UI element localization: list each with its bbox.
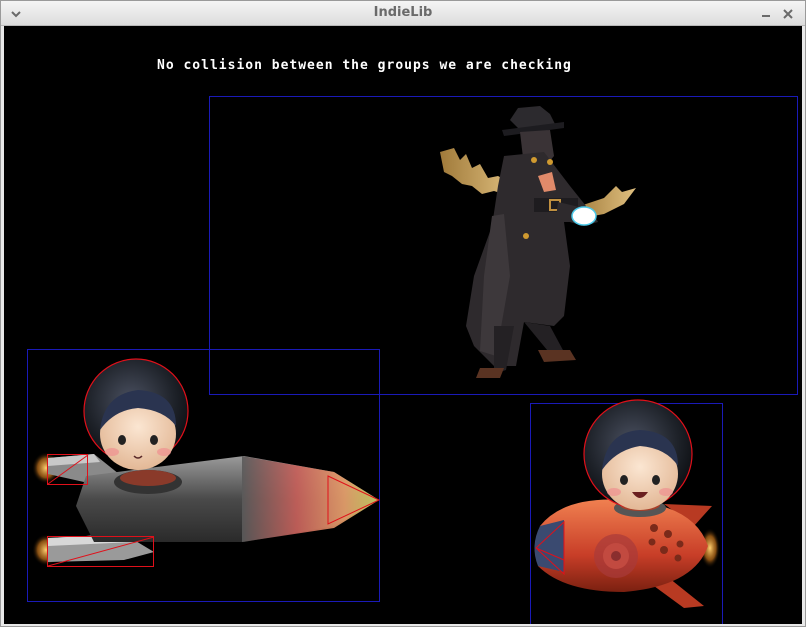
title-bar[interactable]: IndieLib: [1, 1, 805, 26]
render-canvas[interactable]: No collision between the groups we are c…: [4, 26, 802, 624]
red-rocket-sprite: [534, 399, 720, 608]
grey-rocket-sprite: [32, 358, 381, 567]
app-window: IndieLib No collision between the groups…: [0, 0, 806, 627]
scene: [27, 96, 798, 624]
window-title: IndieLib: [373, 5, 433, 20]
minimize-icon[interactable]: [759, 6, 773, 20]
close-icon[interactable]: [781, 6, 795, 20]
swordsman-sprite: [440, 106, 636, 378]
